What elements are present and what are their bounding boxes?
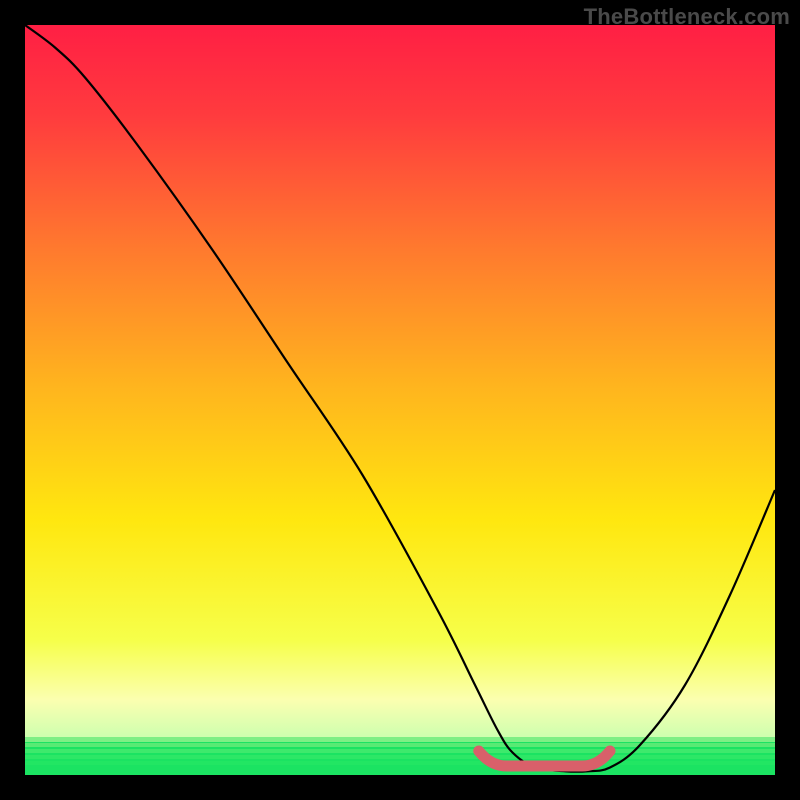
bottleneck-curve-chart [25,25,775,775]
green-bands [25,737,775,775]
chart-frame: TheBottleneck.com [0,0,800,800]
watermark-text: TheBottleneck.com [584,4,790,30]
gradient-background [25,25,775,775]
